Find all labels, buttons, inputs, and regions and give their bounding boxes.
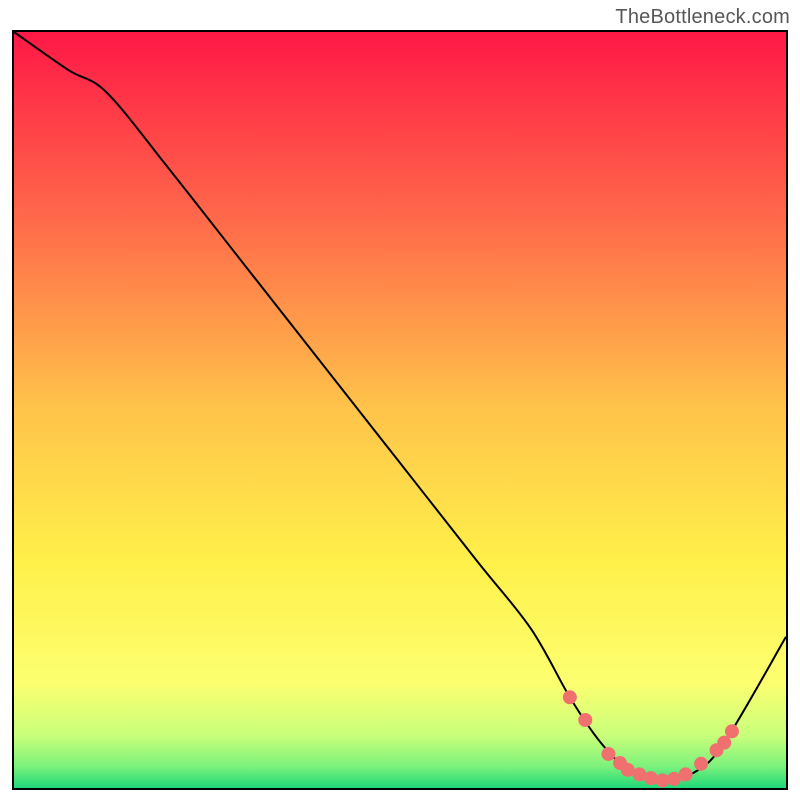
- data-marker: [644, 771, 658, 785]
- data-marker: [601, 747, 615, 761]
- chart-canvas: [12, 30, 788, 790]
- gradient-bg: [13, 31, 787, 789]
- data-marker: [694, 757, 708, 771]
- data-marker: [563, 690, 577, 704]
- data-marker: [679, 767, 693, 781]
- data-marker: [717, 736, 731, 750]
- attribution-text: TheBottleneck.com: [615, 6, 790, 29]
- data-marker: [578, 713, 592, 727]
- data-marker: [725, 724, 739, 738]
